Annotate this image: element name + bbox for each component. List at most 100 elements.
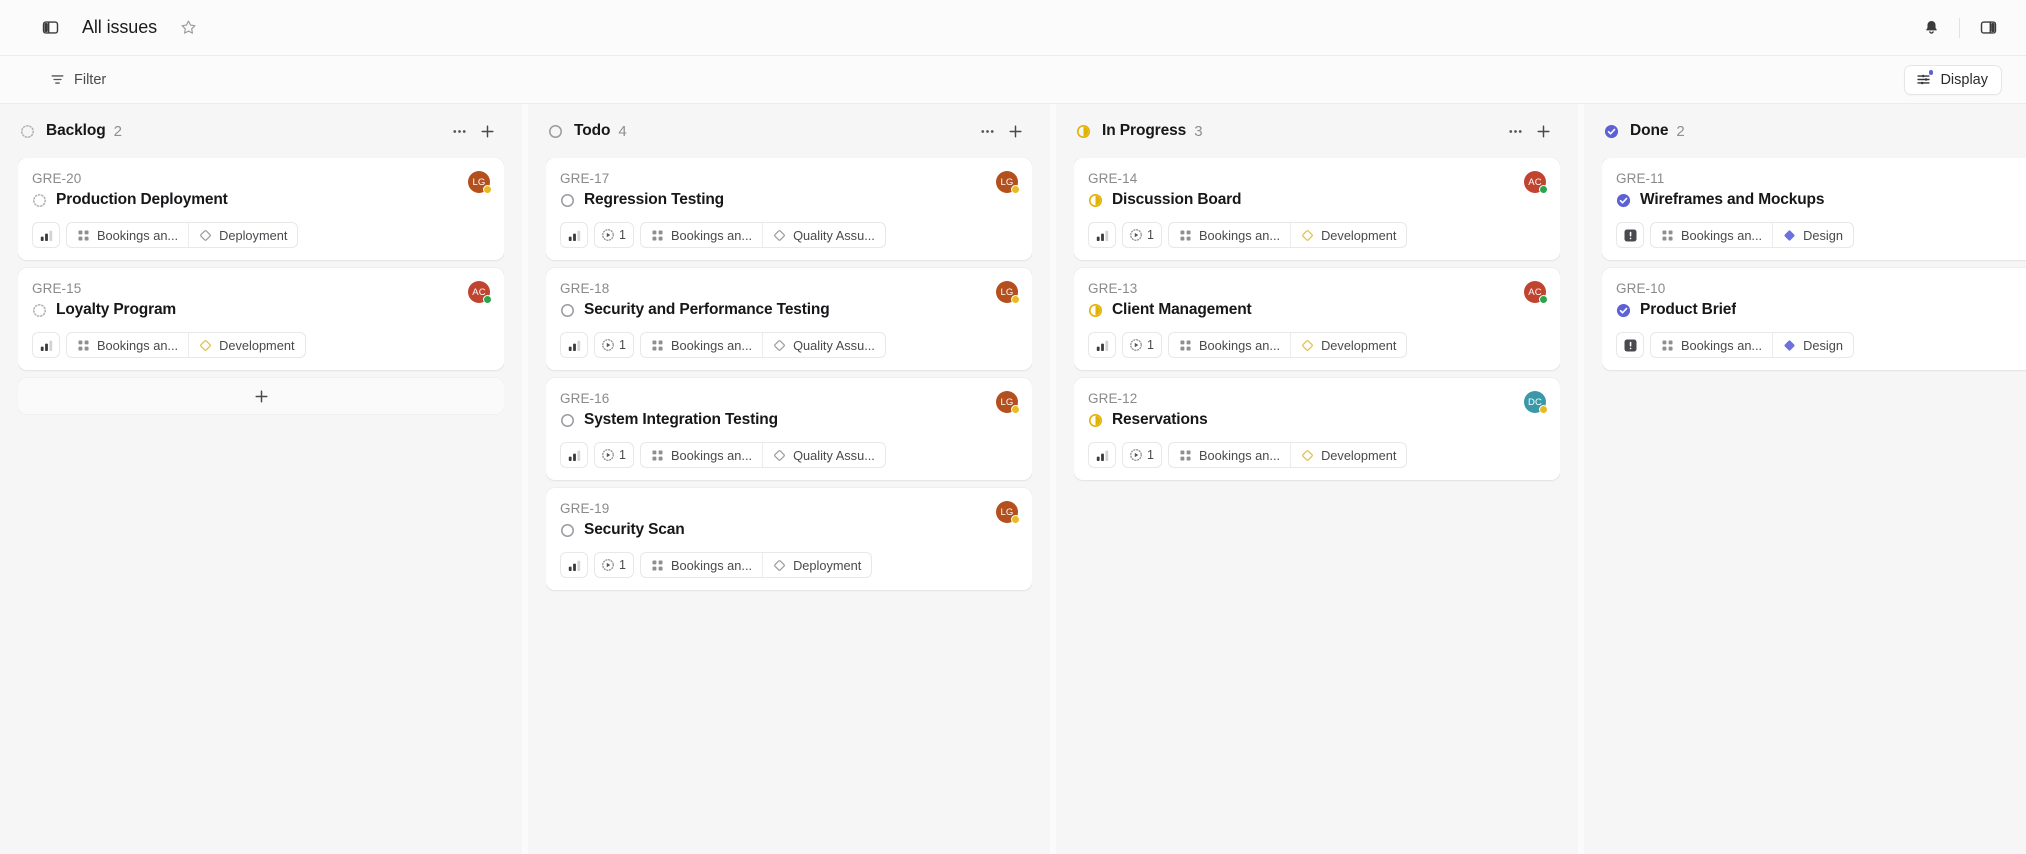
issue-card[interactable]: GRE-20 LG Production Deployment Bookings … — [18, 158, 504, 260]
issue-label[interactable]: Bookings an... — [641, 333, 762, 357]
priority-chip[interactable] — [560, 222, 588, 248]
issue-card[interactable]: GRE-19 LG Security Scan 1 Bookings an... … — [546, 488, 1032, 590]
issue-label[interactable]: Deployment — [188, 223, 297, 247]
avatar[interactable]: LG — [468, 171, 492, 194]
issue-label[interactable]: Design — [1772, 223, 1853, 247]
column-title: Backlog — [46, 122, 106, 139]
issue-label-text: Bookings an... — [670, 557, 753, 573]
column-add-issue-button[interactable] — [1530, 118, 1556, 144]
sub-issue-count-chip[interactable]: 1 — [1122, 332, 1162, 358]
issue-label[interactable]: Bookings an... — [641, 553, 762, 577]
todo-circle-icon[interactable] — [560, 523, 575, 538]
top-bar: All issues — [0, 0, 2026, 56]
issue-label[interactable]: Quality Assu... — [762, 443, 885, 467]
sub-issue-count-chip[interactable]: 1 — [1122, 442, 1162, 468]
in-progress-half-circle-icon[interactable] — [1088, 193, 1103, 208]
sub-issue-progress-icon — [1129, 228, 1143, 242]
column-add-issue-button[interactable] — [1002, 118, 1028, 144]
backlog-dotted-circle-icon[interactable] — [32, 193, 47, 208]
display-button[interactable]: Display — [1904, 64, 2002, 95]
priority-chip[interactable] — [560, 442, 588, 468]
issue-label[interactable]: Development — [1290, 333, 1406, 357]
sub-issue-count-chip[interactable]: 1 — [594, 442, 634, 468]
column-header-todo: Todo 4 — [546, 104, 1032, 158]
panel-right-icon[interactable] — [1974, 14, 2002, 42]
priority-chip[interactable] — [32, 332, 60, 358]
backlog-dotted-circle-icon[interactable] — [32, 303, 47, 318]
avatar[interactable]: LG — [996, 281, 1020, 304]
issue-title: Regression Testing — [584, 191, 724, 208]
issue-label[interactable]: Bookings an... — [67, 333, 188, 357]
priority-chip[interactable] — [32, 222, 60, 248]
in-progress-half-circle-icon[interactable] — [1088, 413, 1103, 428]
bell-icon[interactable] — [1917, 14, 1945, 42]
issue-label[interactable]: Quality Assu... — [762, 333, 885, 357]
panel-left-icon[interactable] — [36, 14, 64, 42]
done-check-circle-icon[interactable] — [1616, 303, 1631, 318]
avatar[interactable]: AC — [1524, 281, 1548, 304]
issue-label[interactable]: Bookings an... — [1169, 333, 1290, 357]
issue-label[interactable]: Development — [1290, 443, 1406, 467]
priority-chip[interactable] — [1088, 332, 1116, 358]
avatar[interactable]: LG — [996, 171, 1020, 194]
issue-label[interactable]: Development — [1290, 223, 1406, 247]
issue-label[interactable]: Bookings an... — [1651, 333, 1772, 357]
issue-label[interactable]: Development — [188, 333, 304, 357]
issue-card[interactable]: GRE-10 Product Brief Bookings an... Desi… — [1602, 268, 2026, 370]
priority-chip[interactable] — [1088, 222, 1116, 248]
issue-card[interactable]: GRE-18 LG Security and Performance Testin… — [546, 268, 1032, 370]
priority-chip[interactable] — [560, 332, 588, 358]
priority-chip[interactable] — [560, 552, 588, 578]
sub-issue-count-chip[interactable]: 1 — [594, 332, 634, 358]
presence-dot — [483, 185, 492, 194]
project-grid-icon — [651, 339, 664, 352]
priority-chip[interactable] — [1088, 442, 1116, 468]
priority-chip[interactable] — [1616, 222, 1644, 248]
issue-card[interactable]: GRE-11 Wireframes and Mockups Bookings a… — [1602, 158, 2026, 260]
issue-title: Client Management — [1112, 301, 1252, 318]
avatar[interactable]: AC — [468, 281, 492, 304]
issue-card[interactable]: GRE-13 AC Client Management 1 Bookings an… — [1074, 268, 1560, 370]
issue-label[interactable]: Bookings an... — [67, 223, 188, 247]
sub-issue-count-chip[interactable]: 1 — [594, 552, 634, 578]
priority-chip[interactable] — [1616, 332, 1644, 358]
avatar[interactable]: LG — [996, 501, 1020, 524]
avatar[interactable]: LG — [996, 391, 1020, 414]
issue-label[interactable]: Bookings an... — [641, 223, 762, 247]
column-more-button[interactable] — [446, 118, 472, 144]
column-cards-todo: GRE-17 LG Regression Testing 1 Bookings a… — [546, 158, 1032, 598]
priority-bars-icon — [1095, 228, 1110, 243]
issue-label[interactable]: Bookings an... — [1651, 223, 1772, 247]
done-check-circle-icon[interactable] — [1616, 193, 1631, 208]
board-column-done: Done 2 GRE-11 Wireframes and Mockups Book… — [1584, 104, 2026, 854]
filter-button[interactable]: Filter — [42, 67, 114, 93]
issue-label[interactable]: Design — [1772, 333, 1853, 357]
avatar[interactable]: AC — [1524, 171, 1548, 194]
in-progress-half-circle-icon[interactable] — [1088, 303, 1103, 318]
column-more-button[interactable] — [974, 118, 1000, 144]
issue-identifier: GRE-17 — [560, 171, 610, 186]
issue-title: Wireframes and Mockups — [1640, 191, 1825, 208]
issue-card[interactable]: GRE-15 AC Loyalty Program Bookings an... … — [18, 268, 504, 370]
sub-issue-count-chip[interactable]: 1 — [1122, 222, 1162, 248]
todo-circle-icon[interactable] — [560, 193, 575, 208]
issue-meta-row: 1 Bookings an... Quality Assu... — [560, 222, 1018, 248]
column-add-issue-button[interactable] — [474, 118, 500, 144]
issue-card[interactable]: GRE-17 LG Regression Testing 1 Bookings a… — [546, 158, 1032, 260]
todo-circle-icon[interactable] — [560, 413, 575, 428]
issue-card[interactable]: GRE-12 DC Reservations 1 Bookings an... D… — [1074, 378, 1560, 480]
sub-issue-count-chip[interactable]: 1 — [594, 222, 634, 248]
issue-title: Production Deployment — [56, 191, 228, 208]
issue-label[interactable]: Bookings an... — [641, 443, 762, 467]
add-card-button[interactable] — [18, 378, 504, 414]
star-icon[interactable] — [175, 15, 201, 41]
issue-label[interactable]: Quality Assu... — [762, 223, 885, 247]
avatar[interactable]: DC — [1524, 391, 1548, 414]
issue-label[interactable]: Bookings an... — [1169, 223, 1290, 247]
issue-label[interactable]: Deployment — [762, 553, 871, 577]
todo-circle-icon[interactable] — [560, 303, 575, 318]
issue-card[interactable]: GRE-16 LG System Integration Testing 1 Bo… — [546, 378, 1032, 480]
issue-card[interactable]: GRE-14 AC Discussion Board 1 Bookings an.… — [1074, 158, 1560, 260]
column-more-button[interactable] — [1502, 118, 1528, 144]
issue-label[interactable]: Bookings an... — [1169, 443, 1290, 467]
